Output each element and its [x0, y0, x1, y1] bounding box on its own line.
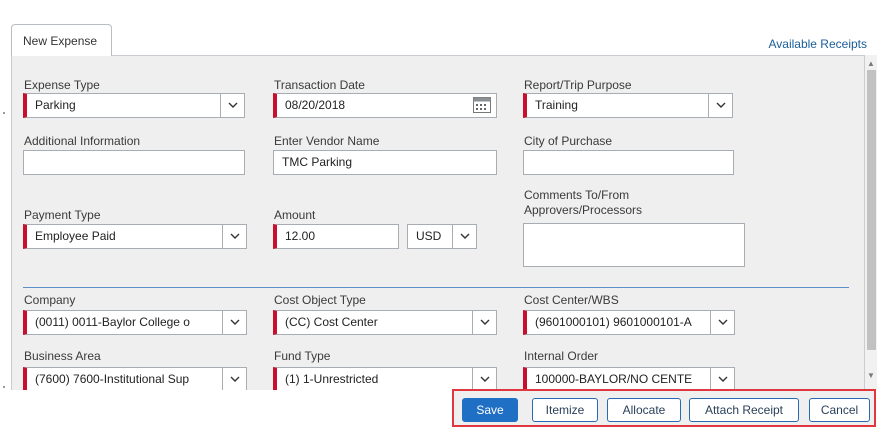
amount-label: Amount — [274, 208, 316, 222]
margin-dot — [3, 386, 5, 388]
payment-type-label: Payment Type — [24, 208, 101, 222]
chevron-down-icon — [230, 376, 240, 382]
itemize-button[interactable]: Itemize — [532, 398, 598, 422]
company-select[interactable]: (0011) 0011-Baylor College o — [23, 310, 247, 335]
vendor-name-value: TMC Parking — [282, 155, 353, 169]
company-value: (0011) 0011-Baylor College o — [35, 315, 190, 329]
chevron-down-icon — [718, 376, 728, 382]
cost-center-dropdown-button[interactable] — [710, 311, 734, 334]
cost-center-value: (9601000101) 9601000101-A — [535, 315, 692, 329]
internal-order-select[interactable]: 100000-BAYLOR/NO CENTE — [523, 367, 735, 390]
chevron-down-icon — [230, 319, 240, 325]
payment-type-value: Employee Paid — [35, 229, 116, 243]
cancel-button[interactable]: Cancel — [809, 398, 870, 422]
company-label: Company — [24, 293, 76, 307]
available-receipts-link[interactable]: Available Receipts — [768, 37, 867, 51]
scroll-up-icon[interactable]: ▲ — [865, 58, 877, 70]
vendor-name-label: Enter Vendor Name — [274, 134, 380, 148]
expense-type-value: Parking — [35, 98, 76, 112]
business-area-dropdown-button[interactable] — [222, 368, 246, 390]
comments-textarea[interactable] — [523, 223, 745, 267]
section-divider — [23, 287, 849, 288]
cost-object-type-dropdown-button[interactable] — [472, 311, 496, 334]
report-purpose-select[interactable]: Training — [523, 93, 733, 118]
cost-object-type-value: (CC) Cost Center — [285, 315, 378, 329]
expense-type-select[interactable]: Parking — [23, 93, 245, 118]
currency-select[interactable]: USD — [407, 224, 477, 249]
chevron-down-icon — [480, 319, 490, 325]
chevron-down-icon — [480, 376, 490, 382]
internal-order-label: Internal Order — [524, 349, 599, 363]
internal-order-dropdown-button[interactable] — [710, 368, 734, 390]
fund-type-select[interactable]: (1) 1-Unrestricted — [273, 367, 497, 390]
save-button[interactable]: Save — [462, 398, 518, 422]
transaction-date-value: 08/20/2018 — [285, 98, 346, 112]
fund-type-value: (1) 1-Unrestricted — [285, 372, 379, 386]
internal-order-value: 100000-BAYLOR/NO CENTE — [535, 372, 693, 386]
tab-new-expense[interactable]: New Expense — [11, 24, 112, 56]
cost-center-select[interactable]: (9601000101) 9601000101-A — [523, 310, 735, 335]
chevron-down-icon — [460, 233, 470, 239]
additional-info-input[interactable] — [23, 150, 245, 175]
vertical-scrollbar[interactable]: ▲ ▼ — [865, 55, 877, 390]
cost-object-type-label: Cost Object Type — [274, 293, 366, 307]
amount-value: 12.00 — [285, 229, 316, 243]
chevron-down-icon — [718, 319, 728, 325]
expense-type-label: Expense Type — [24, 78, 100, 92]
additional-info-label: Additional Information — [24, 134, 141, 148]
expense-type-dropdown-button[interactable] — [220, 94, 244, 117]
report-purpose-label: Report/Trip Purpose — [524, 78, 632, 92]
currency-dropdown-button[interactable] — [452, 225, 476, 248]
city-input[interactable] — [523, 150, 734, 175]
comments-label-line1: Comments To/From — [524, 188, 630, 202]
report-purpose-dropdown-button[interactable] — [708, 94, 732, 117]
business-area-label: Business Area — [24, 349, 101, 363]
report-purpose-value: Training — [535, 98, 578, 112]
company-dropdown-button[interactable] — [222, 311, 246, 334]
scroll-thumb[interactable] — [867, 70, 876, 350]
vendor-name-input[interactable]: TMC Parking — [273, 150, 497, 175]
action-button-bar: Save Itemize Allocate Attach Receipt Can… — [452, 389, 876, 427]
scroll-down-icon[interactable]: ▼ — [865, 370, 877, 382]
tab-label: New Expense — [23, 34, 98, 48]
cost-center-label: Cost Center/WBS — [524, 293, 619, 307]
transaction-date-input[interactable]: 08/20/2018 — [273, 93, 497, 118]
fund-type-label: Fund Type — [274, 349, 331, 363]
chevron-down-icon — [228, 102, 238, 108]
cost-object-type-select[interactable]: (CC) Cost Center — [273, 310, 497, 335]
comments-label-line2: Approvers/Processors — [524, 203, 643, 217]
chevron-down-icon — [716, 102, 726, 108]
amount-input[interactable]: 12.00 — [273, 224, 399, 249]
margin-dot — [3, 112, 5, 114]
business-area-select[interactable]: (7600) 7600-Institutional Sup — [23, 367, 247, 390]
city-label: City of Purchase — [524, 134, 613, 148]
chevron-down-icon — [230, 233, 240, 239]
transaction-date-label: Transaction Date — [274, 78, 365, 92]
payment-type-dropdown-button[interactable] — [222, 225, 246, 248]
calendar-icon[interactable] — [473, 97, 491, 113]
fund-type-dropdown-button[interactable] — [472, 368, 496, 390]
currency-value: USD — [416, 229, 442, 243]
payment-type-select[interactable]: Employee Paid — [23, 224, 247, 249]
business-area-value: (7600) 7600-Institutional Sup — [35, 372, 190, 386]
attach-receipt-button[interactable]: Attach Receipt — [689, 398, 799, 422]
expense-form-panel: Expense Type Parking Transaction Date 08… — [11, 55, 865, 390]
allocate-button[interactable]: Allocate — [607, 398, 681, 422]
